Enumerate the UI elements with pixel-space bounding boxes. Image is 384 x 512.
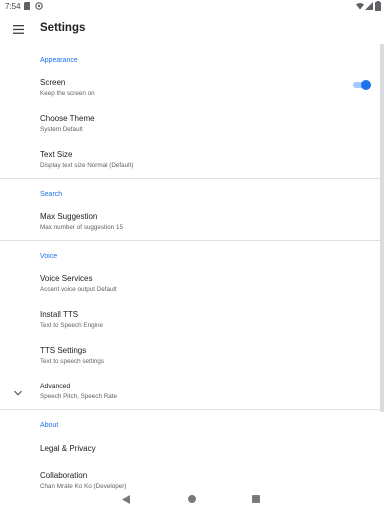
- circle-icon: [35, 2, 43, 10]
- pref-summary: Display text size Normal (Default): [40, 162, 134, 169]
- pref-title: Collaboration: [40, 471, 88, 480]
- pref-title: Legal & Privacy: [40, 444, 96, 453]
- divider: [0, 240, 380, 241]
- status-bar: 7:54: [0, 0, 384, 14]
- hamburger-menu-icon: [12, 24, 24, 34]
- section-header-voice: Voice: [40, 253, 58, 260]
- section-header-about: About: [40, 422, 59, 429]
- pref-title: Choose Theme: [40, 114, 95, 123]
- pref-screen[interactable]: Screen Keep the screen on: [0, 78, 380, 112]
- toolbar: Settings: [0, 14, 384, 44]
- pref-title: TTS Settings: [40, 346, 87, 355]
- sd-card-icon: [24, 2, 30, 10]
- home-icon[interactable]: [188, 495, 196, 503]
- pref-install-tts[interactable]: Install TTS Text to Speech Engine: [0, 310, 380, 344]
- pref-title: Voice Services: [40, 274, 93, 283]
- pref-summary: Chan Mrate Ko Ko (Developer): [40, 483, 127, 490]
- pref-collaboration[interactable]: Collaboration Chan Mrate Ko Ko (Develope…: [0, 471, 380, 490]
- section-header-appearance: Appearance: [40, 57, 78, 64]
- settings-list[interactable]: Appearance Screen Keep the screen on Cho…: [0, 44, 384, 490]
- pref-summary: Text to speech settings: [40, 358, 105, 365]
- chevron-down-icon: [14, 390, 22, 396]
- pref-summary: Accent voice output Default: [40, 286, 117, 293]
- pref-title: Screen: [40, 78, 66, 87]
- pref-choose-theme[interactable]: Choose Theme System Default: [0, 114, 380, 148]
- pref-title: Advanced: [40, 383, 71, 390]
- pref-summary: System Default: [40, 126, 83, 133]
- pref-summary: Speech Pitch, Speech Rate: [40, 393, 118, 400]
- pref-summary: Text to Speech Engine: [40, 322, 104, 329]
- menu-button[interactable]: [8, 19, 28, 39]
- pref-title: Install TTS: [40, 310, 79, 319]
- pref-summary: Keep the screen on: [40, 90, 95, 97]
- section-header-search: Search: [40, 191, 63, 198]
- recents-icon[interactable]: [252, 495, 260, 503]
- scrollbar[interactable]: [380, 44, 384, 412]
- pref-tts-settings[interactable]: TTS Settings Text to speech settings: [0, 346, 380, 380]
- pref-advanced[interactable]: Advanced Speech Pitch, Speech Rate: [0, 383, 380, 417]
- status-time: 7:54: [5, 2, 21, 11]
- divider: [0, 178, 380, 179]
- keep-screen-on-toggle[interactable]: [353, 80, 371, 90]
- pref-voice-services[interactable]: Voice Services Accent voice output Defau…: [0, 274, 380, 308]
- navigation-bar: [0, 490, 384, 512]
- wifi-icon: [356, 3, 364, 10]
- pref-summary: Max number of suggestion 15: [40, 224, 123, 231]
- page-title: Settings: [40, 22, 86, 34]
- signal-icon: [365, 2, 373, 10]
- battery-icon: [375, 1, 381, 11]
- toggle-thumb: [361, 80, 371, 90]
- pref-title: Max Suggestion: [40, 212, 98, 221]
- divider: [0, 409, 380, 410]
- pref-title: Text Size: [40, 150, 73, 159]
- back-icon[interactable]: [122, 495, 130, 504]
